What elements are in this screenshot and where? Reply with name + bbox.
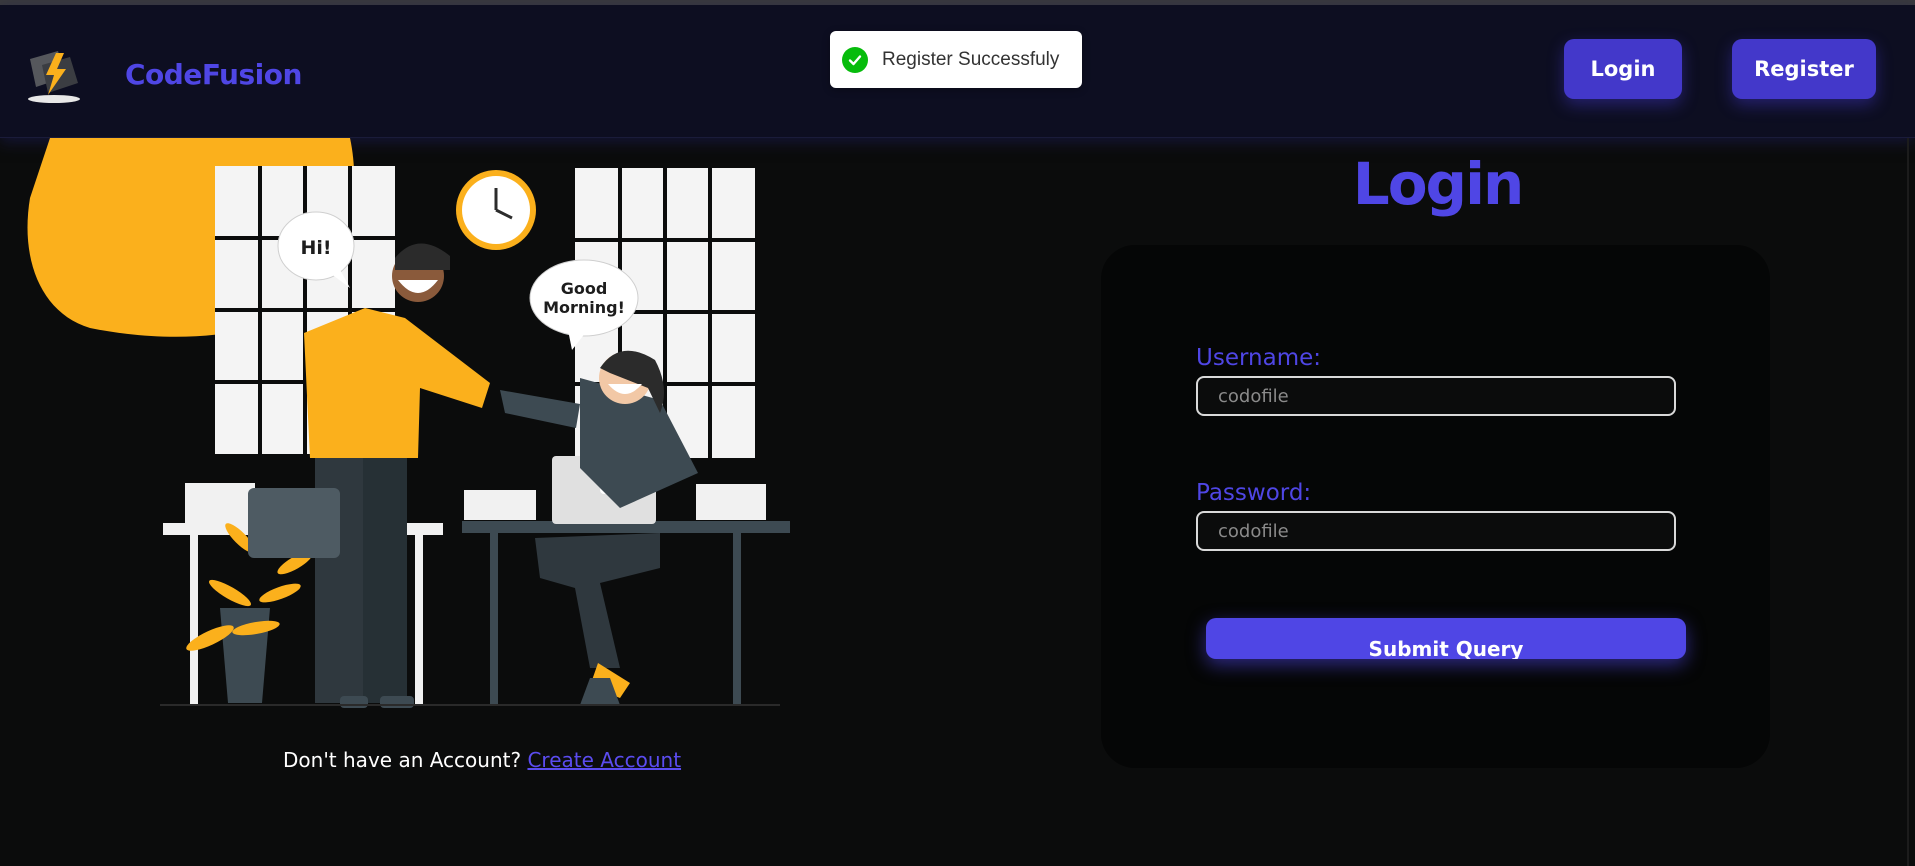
check-circle-icon (842, 46, 868, 73)
nav-login-button[interactable]: Login (1564, 39, 1682, 99)
username-input[interactable] (1196, 376, 1676, 416)
codefusion-logo-icon (28, 51, 80, 103)
create-account-link[interactable]: Create Account (527, 748, 681, 772)
wall-clock-icon (456, 170, 536, 250)
password-input[interactable] (1196, 511, 1676, 551)
navbar: CodeFusion Register Successfuly Login Re… (0, 5, 1915, 138)
signup-prompt: Don't have an Account? Create Account (283, 748, 681, 772)
brand-name[interactable]: CodeFusion (125, 58, 302, 91)
password-label: Password: (1196, 480, 1312, 506)
speech-bubble-text-line2: Morning! (543, 298, 625, 317)
success-toast: Register Successfuly (830, 31, 1082, 88)
speech-bubble-hi-text: Hi! (300, 237, 331, 259)
username-label: Username: (1196, 345, 1321, 371)
login-heading: Login (1352, 150, 1525, 218)
login-card (1101, 245, 1770, 768)
submit-button[interactable]: Submit Query (1206, 618, 1686, 659)
scrollbar-track[interactable] (1907, 138, 1909, 866)
nav-register-button[interactable]: Register (1732, 39, 1876, 99)
toast-message: Register Successfuly (882, 48, 1060, 70)
signup-prompt-text: Don't have an Account? (283, 748, 522, 772)
speech-bubble-text-line1: Good (561, 279, 608, 298)
greeting-office-illustration: Hi! Good Morning! (27, 138, 790, 708)
